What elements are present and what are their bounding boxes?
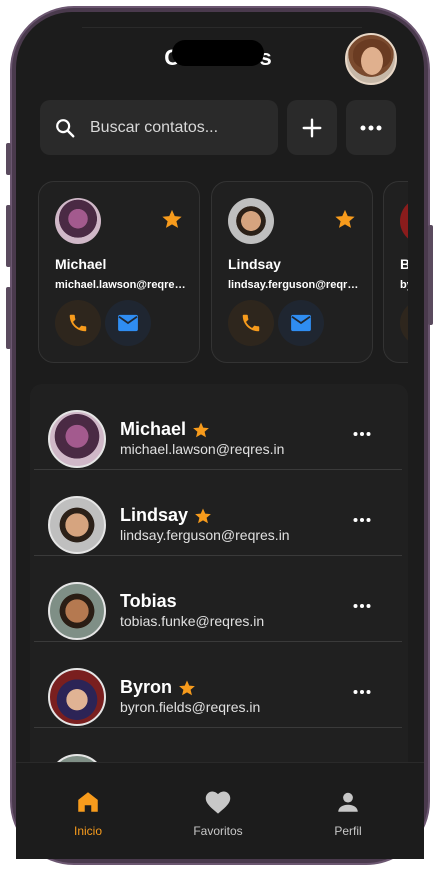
favorite-name: Byron xyxy=(400,256,408,272)
list-item[interactable]: Tobias tobias.funke@reqres.in xyxy=(30,556,408,642)
list-item[interactable]: Lindsay lindsay.ferguson@reqres.in xyxy=(30,470,408,556)
plus-icon xyxy=(302,118,322,137)
email-button[interactable] xyxy=(278,300,324,346)
search-bar[interactable] xyxy=(40,100,278,155)
camera-notch xyxy=(172,40,264,66)
contact-email: lindsay.ferguson@reqres.in xyxy=(120,527,290,543)
contacts-list: Michael michael.lawson@reqres.in Lindsay… xyxy=(30,384,408,762)
email-button[interactable] xyxy=(105,300,151,346)
avatar xyxy=(48,496,106,554)
contact-options-button[interactable] xyxy=(350,598,374,614)
contact-name-text: Tobias xyxy=(120,591,177,611)
avatar xyxy=(400,198,408,244)
side-button-left-3 xyxy=(6,287,11,349)
call-button[interactable] xyxy=(55,300,101,346)
star-icon xyxy=(335,209,355,228)
more-horizontal-icon xyxy=(353,690,371,694)
more-options-button[interactable] xyxy=(346,100,396,155)
nav-favorites-label: Favoritos xyxy=(193,824,243,838)
star-icon xyxy=(179,680,195,695)
search-icon xyxy=(56,118,75,137)
list-item[interactable]: Michael michael.lawson@reqres.in xyxy=(30,384,408,470)
favorite-card-clip: Byron byron.fields@reqres.in xyxy=(383,181,408,363)
contact-email: michael.lawson@reqres.in xyxy=(120,441,285,457)
more-horizontal-icon xyxy=(353,604,371,608)
more-horizontal-icon xyxy=(353,518,371,522)
star-icon xyxy=(195,508,211,523)
favorite-email: byron.fields@reqres.in xyxy=(400,279,408,291)
list-item[interactable] xyxy=(30,728,408,762)
contact-email: byron.fields@reqres.in xyxy=(120,699,261,715)
avatar xyxy=(48,754,106,762)
contact-options-button[interactable] xyxy=(350,512,374,528)
contact-name: Tobias xyxy=(120,591,177,612)
nav-home-label: Inicio xyxy=(73,824,102,838)
contact-name: Byron xyxy=(120,677,196,698)
contact-name: Lindsay xyxy=(120,505,212,526)
favorite-card[interactable]: Lindsay lindsay.ferguson@reqres.in xyxy=(211,181,373,363)
mail-icon xyxy=(118,314,138,332)
contact-name-text: Michael xyxy=(120,419,187,439)
nav-favorites[interactable]: Favoritos xyxy=(168,789,268,838)
bottom-navigation: Inicio Favoritos Perfil xyxy=(16,762,424,859)
favorite-card[interactable]: Byron byron.fields@reqres.in xyxy=(383,181,408,363)
contact-name-text: Lindsay xyxy=(120,505,189,525)
phone-icon xyxy=(69,314,87,332)
contact-options-button[interactable] xyxy=(350,684,374,700)
contact-options-button[interactable] xyxy=(350,426,374,442)
status-bar-line xyxy=(82,27,362,28)
side-button-right xyxy=(428,225,433,325)
call-button[interactable] xyxy=(400,300,408,346)
star-icon xyxy=(193,422,209,437)
list-item[interactable]: Byron byron.fields@reqres.in xyxy=(30,642,408,728)
heart-icon xyxy=(205,791,231,814)
nav-profile-label: Perfil xyxy=(334,824,362,838)
avatar xyxy=(48,410,106,468)
more-horizontal-icon xyxy=(360,125,382,130)
avatar xyxy=(48,582,106,640)
favorite-name: Lindsay xyxy=(228,256,281,272)
nav-profile[interactable]: Perfil xyxy=(298,789,398,838)
phone-icon xyxy=(242,314,260,332)
star-icon xyxy=(162,209,182,228)
search-input[interactable] xyxy=(90,118,260,137)
avatar xyxy=(55,198,101,244)
more-horizontal-icon xyxy=(353,432,371,436)
mail-icon xyxy=(291,314,311,332)
favorite-card[interactable]: Michael michael.lawson@reqres.in xyxy=(38,181,200,363)
add-contact-button[interactable] xyxy=(287,100,337,155)
contact-name: Michael xyxy=(120,419,210,440)
home-icon xyxy=(78,792,98,812)
avatar xyxy=(228,198,274,244)
call-button[interactable] xyxy=(228,300,274,346)
person-icon xyxy=(338,792,358,812)
avatar xyxy=(48,668,106,726)
contact-name-text: Byron xyxy=(120,677,173,697)
favorite-name: Michael xyxy=(55,256,107,272)
favorite-email: michael.lawson@reqres.in xyxy=(55,279,189,291)
contact-email: tobias.funke@reqres.in xyxy=(120,613,265,629)
side-button-left-1 xyxy=(6,143,11,175)
favorite-email: lindsay.ferguson@reqres.in xyxy=(228,279,362,291)
nav-home[interactable]: Inicio xyxy=(38,789,138,838)
side-button-left-2 xyxy=(6,205,11,267)
